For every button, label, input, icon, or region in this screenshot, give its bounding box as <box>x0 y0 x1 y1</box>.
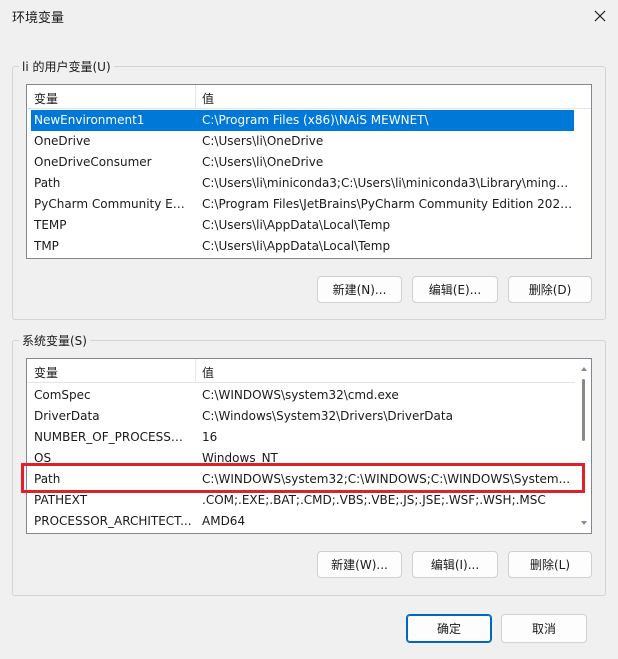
table-row[interactable]: OS Windows_NT <box>31 448 574 469</box>
variable-value: C:\Program Files\JetBrains\PyCharm Commu… <box>202 197 574 211</box>
chevron-up-icon[interactable] <box>580 365 588 373</box>
table-row[interactable]: TMP C:\Users\li\AppData\Local\Temp <box>31 236 574 257</box>
variable-name: NewEnvironment1 <box>34 113 145 127</box>
table-row-path[interactable]: Path C:\WINDOWS\system32;C:\WINDOWS;C:\W… <box>31 469 574 490</box>
cancel-button[interactable]: 取消 <box>501 614 587 643</box>
table-row[interactable]: ComSpec C:\WINDOWS\system32\cmd.exe <box>31 385 574 406</box>
table-row[interactable]: NUMBER_OF_PROCESSORS 16 <box>31 427 574 448</box>
system-variables-list[interactable]: 变量 值 ComSpec C:\WINDOWS\system32\cmd.exe… <box>26 358 592 534</box>
variable-name: PATHEXT <box>34 493 88 507</box>
variable-name: TEMP <box>34 218 67 232</box>
variable-name: TMP <box>34 239 59 253</box>
column-divider[interactable] <box>195 359 196 383</box>
variable-value: C:\Users\li\AppData\Local\Temp <box>202 239 391 253</box>
column-header-variable[interactable]: 变量 <box>34 90 58 107</box>
table-row[interactable]: NewEnvironment1 C:\Program Files (x86)\N… <box>31 110 574 131</box>
variable-value: C:\Users\li\OneDrive <box>202 134 324 148</box>
user-variables-list-header: 变量 值 <box>27 85 591 109</box>
system-edit-button[interactable]: 编辑(I)... <box>412 551 498 578</box>
column-header-value[interactable]: 值 <box>202 90 214 107</box>
variable-value: C:\Users\li\OneDrive <box>202 155 324 169</box>
variable-name: PROCESSOR_ARCHITECT... <box>34 514 192 528</box>
variable-name: NUMBER_OF_PROCESSORS <box>34 430 192 444</box>
ok-button[interactable]: 确定 <box>406 614 492 643</box>
table-row[interactable]: TEMP C:\Users\li\AppData\Local\Temp <box>31 215 574 236</box>
variable-value: AMD64 <box>202 514 246 528</box>
close-button[interactable] <box>586 4 614 28</box>
system-variables-group-label: 系统变量(S) <box>19 332 90 349</box>
variable-value: C:\WINDOWS\system32;C:\WINDOWS;C:\WINDOW… <box>202 472 571 486</box>
variable-value: C:\Users\li\miniconda3;C:\Users\li\minic… <box>202 176 574 190</box>
close-icon <box>594 10 606 22</box>
user-new-button[interactable]: 新建(N)... <box>317 276 402 303</box>
column-header-variable[interactable]: 变量 <box>34 364 58 381</box>
system-variables-scrollbar[interactable] <box>577 359 591 533</box>
table-row[interactable]: PROCESSOR_ARCHITECT... AMD64 <box>31 511 574 532</box>
variable-value: C:\Users\li\AppData\Local\Temp <box>202 218 391 232</box>
system-new-button[interactable]: 新建(W)... <box>317 551 402 578</box>
variable-name: OneDrive <box>34 134 91 148</box>
table-row[interactable]: OneDriveConsumer C:\Users\li\OneDrive <box>31 152 574 173</box>
table-row[interactable]: PyCharm Community Editi... C:\Program Fi… <box>31 194 574 215</box>
variable-name: OS <box>34 451 52 465</box>
variable-name: OneDriveConsumer <box>34 155 152 169</box>
variable-name: ComSpec <box>34 388 91 402</box>
variable-value: C:\Program Files (x86)\NAiS MEWNET\ <box>202 113 429 127</box>
table-row[interactable]: OneDrive C:\Users\li\OneDrive <box>31 131 574 152</box>
scrollbar-thumb[interactable] <box>582 379 585 441</box>
variable-value: C:\Windows\System32\Drivers\DriverData <box>202 409 453 423</box>
user-delete-button[interactable]: 删除(D) <box>508 276 592 303</box>
variable-name: PyCharm Community Editi... <box>34 197 192 211</box>
user-variables-group-label: li 的用户变量(U) <box>19 58 114 75</box>
table-row[interactable]: Path C:\Users\li\miniconda3;C:\Users\li\… <box>31 173 574 194</box>
system-variables-list-header: 变量 值 <box>27 359 575 383</box>
variable-value: .COM;.EXE;.BAT;.CMD;.VBS;.VBE;.JS;.JSE;.… <box>202 493 546 507</box>
variable-name: DriverData <box>34 409 100 423</box>
column-header-value[interactable]: 值 <box>202 364 214 381</box>
system-delete-button[interactable]: 删除(L) <box>508 551 592 578</box>
table-row[interactable]: DriverData C:\Windows\System32\Drivers\D… <box>31 406 574 427</box>
variable-name: Path <box>34 472 61 486</box>
variable-value: C:\WINDOWS\system32\cmd.exe <box>202 388 399 402</box>
user-edit-button[interactable]: 编辑(E)... <box>412 276 498 303</box>
title-bar: 环境变量 <box>0 0 618 32</box>
variable-value: 16 <box>202 430 218 444</box>
window-title: 环境变量 <box>12 11 65 26</box>
chevron-down-icon[interactable] <box>580 519 588 527</box>
variable-value: Windows_NT <box>202 451 278 465</box>
table-row[interactable]: PATHEXT .COM;.EXE;.BAT;.CMD;.VBS;.VBE;.J… <box>31 490 574 511</box>
variable-name: Path <box>34 176 61 190</box>
user-variables-list[interactable]: 变量 值 NewEnvironment1 C:\Program Files (x… <box>26 84 592 259</box>
column-divider[interactable] <box>195 85 196 109</box>
